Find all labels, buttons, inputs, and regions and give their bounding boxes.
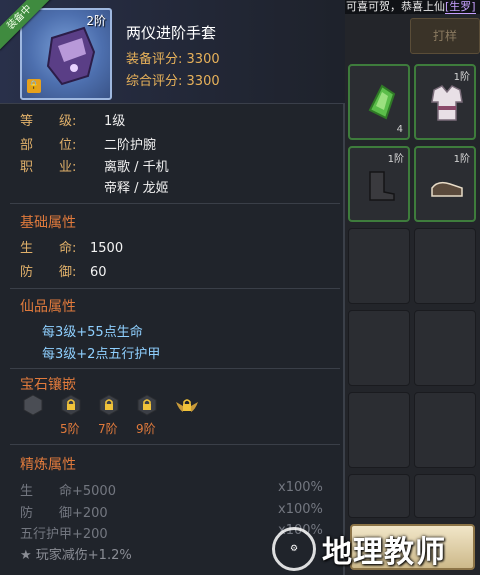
level-row: 等 级: 1级 xyxy=(20,110,125,129)
winged-lock-icon xyxy=(176,399,198,412)
attr-label: 防 御: xyxy=(20,265,77,280)
gem-slot-empty[interactable] xyxy=(22,394,44,416)
locked-gem-icon xyxy=(61,394,81,416)
fairy-attr-title: 仙品属性 xyxy=(20,299,76,315)
refine-section-title: 精炼属性 xyxy=(20,457,76,473)
inventory-slot[interactable] xyxy=(348,228,410,304)
divider xyxy=(10,368,340,369)
item-name: 两仪进阶手套 xyxy=(126,24,217,42)
gem-slot-locked[interactable] xyxy=(60,394,82,416)
level-label: 等 级: xyxy=(20,114,77,129)
refine-attr-label: ★ 玩家减伤+1.2% xyxy=(20,548,132,563)
green-gem-icon xyxy=(368,84,396,120)
inventory-slot[interactable] xyxy=(414,474,476,518)
item-header: 2阶 🔒 装备中 两仪进阶手套 装备评分: 3300 综合评分: 3300 xyxy=(0,0,345,104)
slot-tier: 1阶 xyxy=(453,72,470,83)
gem-section-title: 宝石镶嵌 xyxy=(20,377,76,393)
inventory-slot[interactable] xyxy=(348,474,410,518)
inventory-slot[interactable]: 1阶 xyxy=(348,146,410,222)
announcement-player-link[interactable]: [生罗] xyxy=(445,0,476,14)
total-score: 综合评分: 3300 xyxy=(126,70,220,89)
inventory-slot[interactable] xyxy=(414,228,476,304)
class-row: 职 业: 离歌 / 千机 xyxy=(20,156,169,175)
refine-attr-label: 生 命+5000 xyxy=(20,484,116,499)
item-icon-frame[interactable]: 2阶 🔒 xyxy=(20,8,112,100)
hexagon-icon xyxy=(23,394,43,416)
divider xyxy=(10,288,340,289)
total-score-label: 综合评分: xyxy=(126,74,183,89)
divider xyxy=(10,444,340,445)
refine-attr-pct: x100% xyxy=(278,502,323,517)
part-value: 二阶护腕 xyxy=(104,138,157,153)
refine-attr-pct: x100% xyxy=(278,480,323,495)
gem-level-label: 9阶 xyxy=(136,422,156,436)
gem-slot-special[interactable] xyxy=(174,394,200,416)
refine-attr-pct: x100% xyxy=(278,523,323,538)
fairy-attr-line: 每3级+55点生命 xyxy=(42,325,143,340)
refine-attr-label: 防 御+200 xyxy=(20,506,108,521)
gem-level-label: 7阶 xyxy=(98,422,118,436)
basic-attr-title: 基础属性 xyxy=(20,215,76,231)
announcement-text: 可喜可贺，恭喜上仙 xyxy=(346,0,445,13)
inventory-slot[interactable]: 1阶 xyxy=(414,64,476,140)
class-value-2: 帝释 / 龙姬 xyxy=(104,181,169,196)
gem-level-label: 5阶 xyxy=(60,422,80,436)
equip-score-label: 装备评分: xyxy=(126,52,183,67)
shoes-icon xyxy=(431,181,463,197)
slot-quantity: 4 xyxy=(396,124,403,135)
part-label: 部 位: xyxy=(20,138,77,153)
part-row: 部 位: 二阶护腕 xyxy=(20,134,156,153)
refine-attr-label: 五行护甲+200 xyxy=(20,527,108,542)
inventory-slot[interactable] xyxy=(348,392,410,468)
basic-attr-row: 防 御: 60 xyxy=(20,261,107,280)
class-label: 职 业: xyxy=(20,160,77,175)
attr-label: 生 命: xyxy=(20,241,77,256)
robe-icon xyxy=(431,85,463,121)
inventory-slot[interactable] xyxy=(414,392,476,468)
equip-score-value: 3300 xyxy=(186,52,220,67)
slot-tier: 1阶 xyxy=(387,154,404,165)
gem-slot-locked[interactable] xyxy=(136,394,158,416)
inventory-slot[interactable]: 4 xyxy=(348,64,410,140)
locked-gem-icon xyxy=(99,394,119,416)
attr-value: 1500 xyxy=(90,241,124,256)
inventory-slot[interactable] xyxy=(348,310,410,386)
basic-attr-row: 生 命: 1500 xyxy=(20,237,123,256)
item-tooltip: 2阶 🔒 装备中 两仪进阶手套 装备评分: 3300 综合评分: 3300 等 … xyxy=(0,0,345,575)
lock-icon: 🔒 xyxy=(27,79,41,93)
dark-boots-icon xyxy=(369,171,395,201)
class-value-1: 离歌 / 千机 xyxy=(104,160,169,175)
gem-slot-locked[interactable] xyxy=(98,394,120,416)
slot-tier: 1阶 xyxy=(453,154,470,165)
attr-value: 60 xyxy=(90,265,107,280)
announcement-bar: 可喜可贺，恭喜上仙[生罗] xyxy=(340,0,480,14)
total-score-value: 3300 xyxy=(186,74,220,89)
fairy-attr-line: 每3级+2点五行护甲 xyxy=(42,347,161,362)
divider xyxy=(10,203,340,204)
equip-score: 装备评分: 3300 xyxy=(126,48,220,67)
item-tier-badge: 2阶 xyxy=(86,14,106,28)
locked-gem-icon xyxy=(137,394,157,416)
inventory-slot[interactable] xyxy=(414,310,476,386)
inventory-action-button[interactable] xyxy=(350,524,475,570)
inventory-header-button[interactable]: 打样 xyxy=(410,18,480,54)
level-value: 1级 xyxy=(104,114,126,129)
inventory-slot[interactable]: 1阶 xyxy=(414,146,476,222)
